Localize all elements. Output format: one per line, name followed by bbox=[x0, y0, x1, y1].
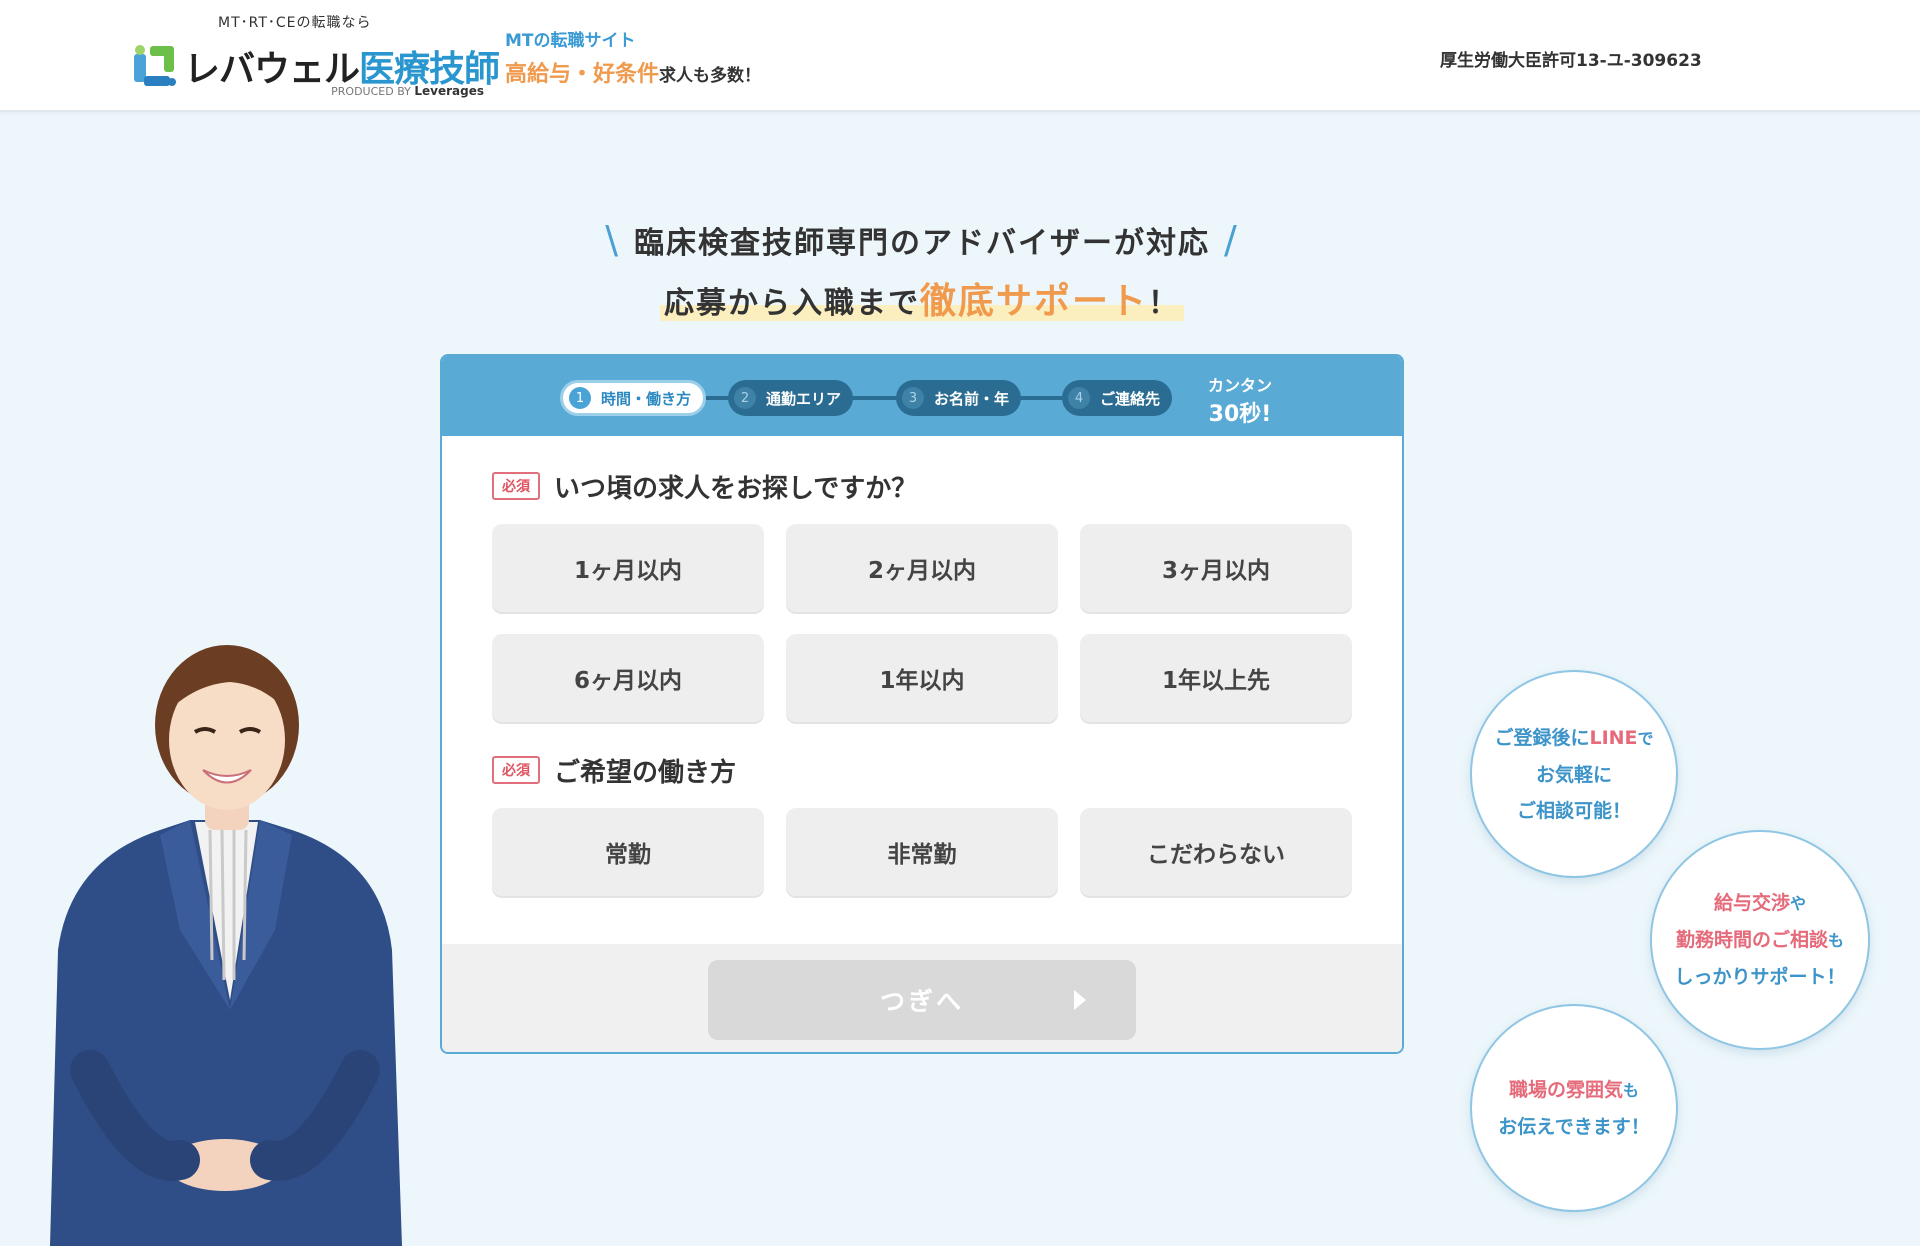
logo-produced-by: PRODUCED BY Leverages bbox=[331, 84, 484, 98]
step-2-commute-area: 2 通勤エリア bbox=[728, 380, 854, 416]
required-badge: 必須 bbox=[492, 756, 540, 784]
step-4-contact: 4 ご連絡先 bbox=[1062, 380, 1173, 416]
site-header: MT･RT･CEの転職なら レバウェル医療技師 PRODUCED BY Leve… bbox=[0, 0, 1920, 112]
next-button[interactable]: つぎへ bbox=[708, 960, 1136, 1040]
option-within-1-month[interactable]: 1ヶ月以内 bbox=[492, 524, 764, 612]
form-footer: つぎへ bbox=[442, 944, 1402, 1052]
required-badge: 必須 bbox=[492, 472, 540, 500]
bubble-salary-negotiation: 給与交渉や 勤務時間のご相談も しっかりサポート！ bbox=[1650, 830, 1870, 1050]
question-label: ご希望の働き方 bbox=[554, 757, 737, 788]
slash-left-decoration: \ bbox=[605, 218, 620, 262]
slash-right-decoration: / bbox=[1224, 218, 1239, 262]
option-full-time[interactable]: 常勤 bbox=[492, 808, 764, 896]
step-1-time-workstyle: 1 時間・働き方 bbox=[560, 380, 707, 416]
application-form: 1 時間・働き方 2 通勤エリア 3 お名前・年 4 ご連絡先 カンタン 30秒! 必須… bbox=[440, 354, 1404, 1054]
option-over-1-year[interactable]: 1年以上先 bbox=[1080, 634, 1352, 722]
easy-30sec-label: カンタン 30秒! bbox=[1208, 376, 1273, 427]
option-within-1-year[interactable]: 1年以内 bbox=[786, 634, 1058, 722]
bubble-line-consultation: ご登録後にLINEで お気軽に ご相談可能！ bbox=[1470, 670, 1678, 878]
tagline-site-type: MTの転職サイト bbox=[505, 31, 636, 51]
option-within-6-months[interactable]: 6ヶ月以内 bbox=[492, 634, 764, 722]
step-3-name-age: 3 お名前・年 bbox=[896, 380, 1022, 416]
advisor-photo bbox=[50, 645, 402, 1246]
option-part-time[interactable]: 非常勤 bbox=[786, 808, 1058, 896]
question-workstyle: 必須 ご希望の働き方 bbox=[492, 752, 736, 788]
logo-mark-icon bbox=[134, 45, 176, 86]
option-within-3-months[interactable]: 3ヶ月以内 bbox=[1080, 524, 1352, 612]
progress-steps: 1 時間・働き方 2 通勤エリア 3 お名前・年 4 ご連絡先 カンタン 30秒! bbox=[442, 356, 1402, 436]
question-label: いつ頃の求人をお探しですか？ bbox=[554, 473, 918, 504]
arrow-right-icon bbox=[1074, 990, 1086, 1010]
option-no-preference[interactable]: こだわらない bbox=[1080, 808, 1352, 896]
bubble-workplace-atmosphere: 職場の雰囲気も お伝えできます！ bbox=[1470, 1004, 1678, 1212]
headline-line-2: 応募から入職まで徹底サポート！ bbox=[0, 272, 1844, 324]
site-logo[interactable]: MT･RT･CEの転職なら レバウェル医療技師 PRODUCED BY Leve… bbox=[128, 10, 500, 104]
option-within-2-months[interactable]: 2ヶ月以内 bbox=[786, 524, 1058, 612]
license-number: 厚生労働大臣許可13-ユ-309623 bbox=[1440, 51, 1702, 71]
logo-subtitle: MT･RT･CEの転職なら bbox=[218, 15, 372, 31]
headline-line-1: \ 臨床検査技師専門のアドバイザーが対応 / bbox=[605, 218, 1239, 262]
tagline-offer: 高給与・好条件求人も多数！ bbox=[505, 62, 762, 87]
question-timing: 必須 いつ頃の求人をお探しですか？ bbox=[492, 468, 917, 504]
